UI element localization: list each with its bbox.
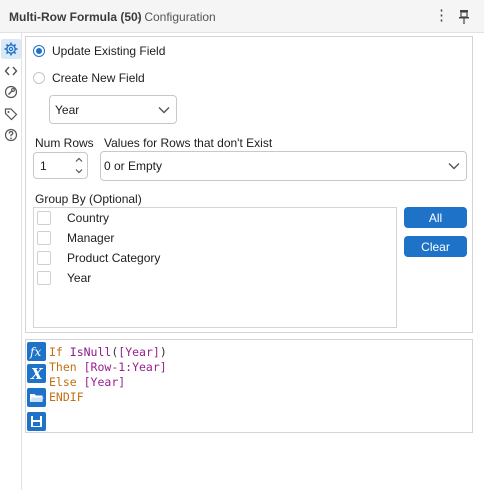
help-icon[interactable] bbox=[4, 128, 18, 142]
open-folder-icon[interactable] bbox=[27, 388, 46, 407]
group-by-list: Country Manager Product Category Year bbox=[33, 207, 397, 328]
code-line: Then [Row-1:Year] bbox=[49, 360, 167, 375]
list-item-label: Year bbox=[67, 271, 92, 285]
field-reference: [Year] bbox=[118, 345, 160, 359]
chevron-down-icon bbox=[158, 106, 170, 113]
checkbox[interactable] bbox=[37, 211, 51, 225]
stepper-up-icon[interactable] bbox=[73, 155, 85, 165]
variable-icon[interactable]: X bbox=[27, 364, 46, 383]
field-reference: [Year] bbox=[83, 375, 126, 389]
num-rows-label: Num Rows bbox=[35, 136, 94, 150]
panel-header: Multi-Row Formula (50) - Configuration ⋮ bbox=[0, 0, 484, 33]
fx-icon[interactable]: fx bbox=[27, 342, 46, 361]
field-select[interactable]: Year bbox=[49, 95, 177, 124]
num-rows-stepper[interactable]: 1 bbox=[33, 152, 88, 179]
formula-editor[interactable]: fx X If IsNull([Year]) Then [Row-1:Year]… bbox=[25, 339, 473, 433]
pin-icon[interactable] bbox=[457, 9, 471, 25]
list-item[interactable]: Country bbox=[37, 211, 109, 225]
function-name: IsNull bbox=[69, 345, 112, 359]
save-icon[interactable] bbox=[27, 412, 46, 431]
list-item[interactable]: Product Category bbox=[37, 251, 160, 265]
keyword: If bbox=[49, 345, 70, 359]
svg-text:X: X bbox=[30, 365, 44, 383]
list-item-label: Manager bbox=[67, 231, 115, 245]
checkbox[interactable] bbox=[37, 231, 51, 245]
num-rows-value: 1 bbox=[40, 159, 47, 173]
field-reference: [Row-1:Year] bbox=[83, 360, 167, 374]
keyword: Then bbox=[49, 360, 84, 374]
punctuation: ) bbox=[159, 345, 167, 359]
stepper-down-icon[interactable] bbox=[73, 166, 85, 176]
create-new-label: Create New Field bbox=[52, 71, 145, 85]
svg-text:fx: fx bbox=[29, 345, 41, 359]
code-line: If IsNull([Year]) bbox=[49, 345, 167, 360]
list-item-label: Country bbox=[67, 211, 110, 225]
create-new-radio[interactable]: Create New Field bbox=[33, 71, 145, 85]
values-for-rows-label: Values for Rows that don't Exist bbox=[104, 136, 273, 150]
clear-button[interactable]: Clear bbox=[404, 236, 467, 257]
radio-selected-icon bbox=[33, 45, 45, 57]
tag-icon[interactable] bbox=[4, 107, 18, 121]
group-by-label: Group By (Optional) bbox=[35, 192, 142, 206]
code-icon[interactable] bbox=[4, 64, 18, 78]
checkbox[interactable] bbox=[37, 271, 51, 285]
sidebar bbox=[0, 33, 22, 490]
tool-title: Multi-Row Formula (50) bbox=[9, 10, 142, 24]
keyword: Else bbox=[49, 375, 84, 389]
configuration-panel: Update Existing Field Create New Field Y… bbox=[25, 36, 473, 333]
panel-subtitle: - Configuration bbox=[137, 10, 216, 24]
more-options-icon[interactable]: ⋮ bbox=[434, 7, 449, 25]
select-all-button[interactable]: All bbox=[404, 207, 467, 228]
values-for-rows-value: 0 or Empty bbox=[104, 159, 163, 173]
values-for-rows-select[interactable]: 0 or Empty bbox=[100, 151, 467, 181]
chevron-down-icon bbox=[448, 163, 460, 170]
list-item-label: Product Category bbox=[67, 251, 161, 265]
checkbox[interactable] bbox=[37, 251, 51, 265]
formula-code[interactable]: If IsNull([Year]) Then [Row-1:Year] Else… bbox=[49, 345, 167, 405]
list-item[interactable]: Year bbox=[37, 271, 91, 285]
code-line: ENDIF bbox=[49, 390, 167, 405]
field-select-value: Year bbox=[55, 102, 80, 117]
update-existing-label: Update Existing Field bbox=[52, 44, 166, 58]
code-line: Else [Year] bbox=[49, 375, 167, 390]
update-existing-radio[interactable]: Update Existing Field bbox=[33, 44, 165, 58]
tool-icon[interactable] bbox=[4, 85, 18, 99]
gear-icon[interactable] bbox=[1, 39, 21, 59]
list-item[interactable]: Manager bbox=[37, 231, 114, 245]
keyword: ENDIF bbox=[49, 390, 84, 404]
radio-unselected-icon bbox=[33, 72, 45, 84]
